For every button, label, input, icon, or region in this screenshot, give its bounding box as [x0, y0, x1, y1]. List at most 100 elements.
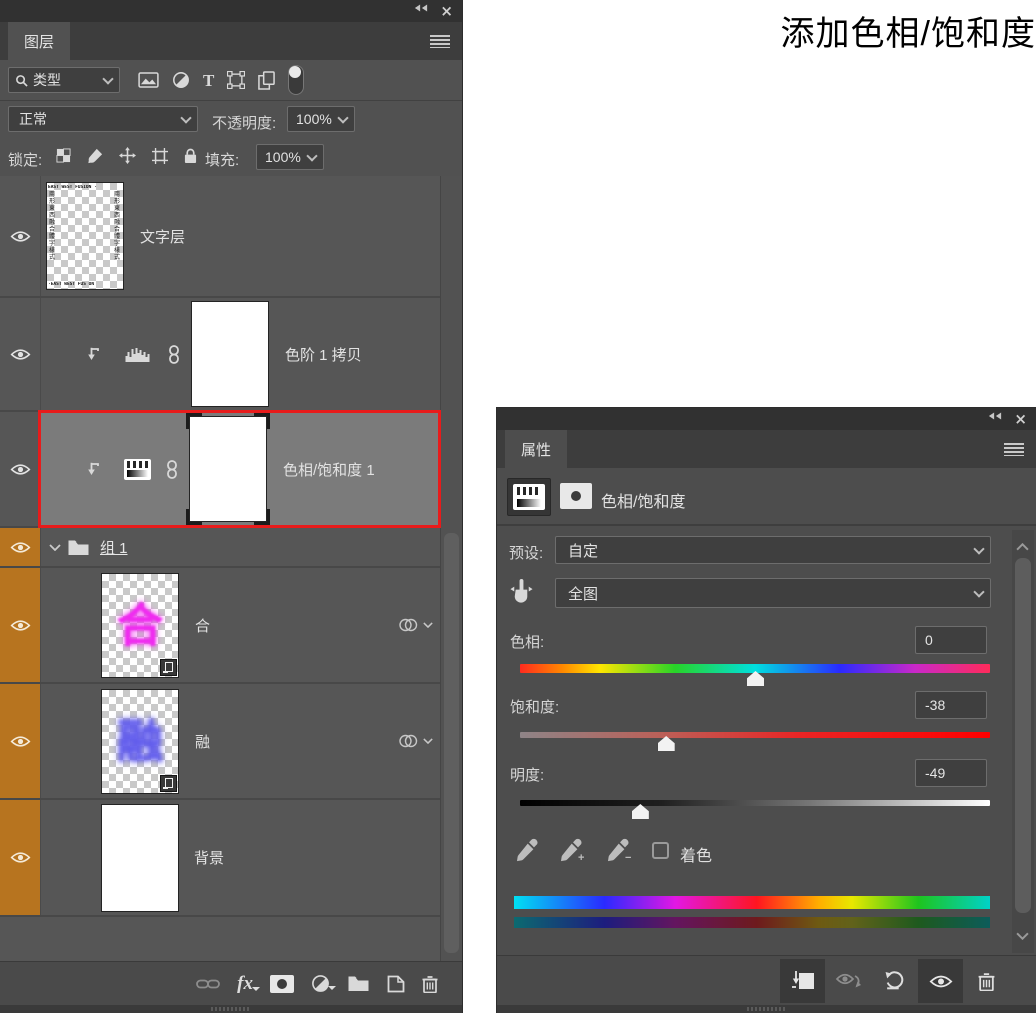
layers-scrollbar[interactable]: [440, 176, 462, 961]
layer-thumbnail[interactable]: EAST WEST FUSION · ·EAST WEST FUS ON 兩形東…: [46, 182, 124, 290]
new-adjustment-layer-icon[interactable]: [311, 974, 330, 993]
toggle-visibility-eye-icon[interactable]: [918, 959, 963, 1003]
link-layers-icon[interactable]: [196, 978, 220, 990]
lock-all-icon[interactable]: [184, 148, 197, 164]
lightness-slider[interactable]: [520, 800, 990, 806]
channel-dropdown[interactable]: 全图: [555, 578, 991, 608]
tab-properties[interactable]: 属性: [505, 430, 567, 468]
view-previous-state-icon[interactable]: [826, 959, 871, 1003]
close-panel-icon[interactable]: ×: [1014, 412, 1027, 426]
lock-artboard-icon[interactable]: [152, 148, 168, 164]
panel-resize-grip[interactable]: [497, 1005, 1036, 1013]
eyedropper-subtract-icon[interactable]: −: [604, 838, 631, 864]
visibility-eye-icon[interactable]: [10, 619, 31, 632]
layer-name[interactable]: 色相/饱和度 1: [283, 459, 375, 480]
delete-adjustment-icon[interactable]: [964, 959, 1009, 1003]
group-name[interactable]: 组 1: [100, 537, 128, 558]
levels-adjustment-icon[interactable]: [124, 346, 151, 362]
type-filter-icon[interactable]: T: [203, 72, 214, 89]
layer-mask-icon[interactable]: [555, 478, 597, 514]
visibility-eye-icon[interactable]: [10, 463, 31, 476]
scroll-down-icon[interactable]: [1016, 927, 1029, 945]
lightness-slider-thumb[interactable]: [632, 804, 649, 819]
saturation-value-input[interactable]: -38: [915, 691, 987, 719]
shape-filter-icon[interactable]: [227, 71, 245, 89]
fill-dropdown[interactable]: 100%: [256, 144, 324, 170]
layer-row-background[interactable]: 背景: [0, 800, 441, 917]
visibility-eye-icon[interactable]: [10, 541, 31, 554]
layer-row-hue-saturation[interactable]: 色相/饱和度 1: [0, 412, 441, 528]
opacity-dropdown[interactable]: 100%: [287, 106, 355, 132]
lightness-value-input[interactable]: -49: [915, 759, 987, 787]
group-expand-chevron-icon[interactable]: [49, 544, 61, 551]
layers-titlebar: ×: [0, 0, 462, 22]
lock-image-pixels-icon[interactable]: [87, 148, 103, 164]
panel-resize-grip[interactable]: [0, 1005, 462, 1013]
hue-saturation-adjustment-icon[interactable]: [507, 478, 551, 516]
layer-styles-fx-icon[interactable]: fx: [237, 974, 253, 993]
lock-transparent-pixels-icon[interactable]: [56, 148, 71, 163]
layer-row-group[interactable]: 组 1: [0, 528, 441, 568]
layer-name[interactable]: 文字层: [140, 226, 185, 247]
colorize-checkbox[interactable]: [652, 842, 669, 859]
close-panel-icon[interactable]: ×: [440, 4, 453, 18]
smart-filter-indicator[interactable]: [398, 618, 433, 632]
layer-name[interactable]: 背景: [194, 847, 224, 868]
eyedropper-add-icon[interactable]: +: [557, 838, 584, 864]
blend-mode-dropdown[interactable]: 正常: [8, 106, 198, 132]
scroll-up-icon[interactable]: [1016, 538, 1029, 556]
group-folder-icon[interactable]: [67, 539, 90, 556]
smart-object-thumbnail[interactable]: 融: [101, 689, 179, 794]
layer-row-text[interactable]: EAST WEST FUSION · ·EAST WEST FUS ON 兩形東…: [0, 176, 441, 298]
layer-row-levels[interactable]: 色阶 1 拷贝: [0, 298, 441, 412]
properties-bottom-toolbar: [497, 955, 1036, 1005]
collapse-panel-icon[interactable]: [414, 4, 428, 12]
smart-object-thumbnail[interactable]: 合: [101, 573, 179, 678]
reset-adjustment-icon[interactable]: [872, 959, 917, 1003]
smart-filter-indicator[interactable]: [398, 734, 433, 748]
clip-to-layer-icon[interactable]: [780, 959, 825, 1003]
smart-object-filter-icon[interactable]: [258, 71, 275, 90]
mask-link-icon[interactable]: [168, 345, 180, 364]
thumb-text-bottom: ·EAST WEST FUS ON: [48, 282, 122, 287]
collapse-panel-icon[interactable]: [988, 412, 1002, 420]
thumb-side-marks: 兩形東西融合體字樣式: [49, 191, 56, 281]
new-group-icon[interactable]: [347, 975, 370, 992]
hue-saturation-adjustment-icon[interactable]: [124, 459, 151, 480]
mask-thumbnail[interactable]: [191, 301, 269, 407]
visibility-eye-icon[interactable]: [10, 348, 31, 361]
new-layer-icon[interactable]: [387, 975, 405, 993]
eyedropper-sample-icon[interactable]: [513, 838, 539, 864]
layer-row-rong[interactable]: 融 融: [0, 684, 441, 800]
add-layer-mask-icon[interactable]: [270, 975, 294, 993]
adjustment-filter-icon[interactable]: [172, 71, 190, 89]
filter-type-dropdown[interactable]: 类型: [8, 67, 120, 93]
visibility-eye-icon[interactable]: [10, 230, 31, 243]
layer-name[interactable]: 色阶 1 拷贝: [285, 344, 362, 365]
hue-slider-thumb[interactable]: [747, 671, 764, 686]
visibility-eye-icon[interactable]: [10, 851, 31, 864]
preset-dropdown[interactable]: 自定: [555, 536, 991, 564]
layer-thumbnail[interactable]: [101, 804, 179, 912]
saturation-slider[interactable]: [520, 732, 990, 738]
saturation-slider-thumb[interactable]: [658, 736, 675, 751]
hue-value-input[interactable]: 0: [915, 626, 987, 654]
delete-layer-icon[interactable]: [422, 975, 438, 993]
layer-row-he[interactable]: 合 合: [0, 568, 441, 684]
targeted-adjustment-hand-icon[interactable]: [508, 578, 535, 605]
pixel-layer-filter-icon[interactable]: [138, 72, 159, 88]
layer-name[interactable]: 融: [195, 731, 210, 752]
panel-menu-icon[interactable]: [1004, 443, 1024, 456]
mask-link-icon[interactable]: [166, 460, 178, 479]
channel-value: 全图: [568, 583, 598, 604]
lock-position-icon[interactable]: [119, 147, 136, 164]
adjustment-title: 色相/饱和度: [601, 488, 685, 512]
layer-name[interactable]: 合: [195, 615, 210, 636]
filter-toggle[interactable]: [288, 65, 304, 95]
hue-slider[interactable]: [520, 664, 990, 673]
tab-layers[interactable]: 图层: [8, 22, 70, 60]
visibility-eye-icon[interactable]: [10, 735, 31, 748]
properties-scrollbar[interactable]: [1012, 530, 1034, 953]
mask-thumbnail-selected[interactable]: [189, 416, 267, 522]
panel-menu-icon[interactable]: [430, 35, 450, 48]
